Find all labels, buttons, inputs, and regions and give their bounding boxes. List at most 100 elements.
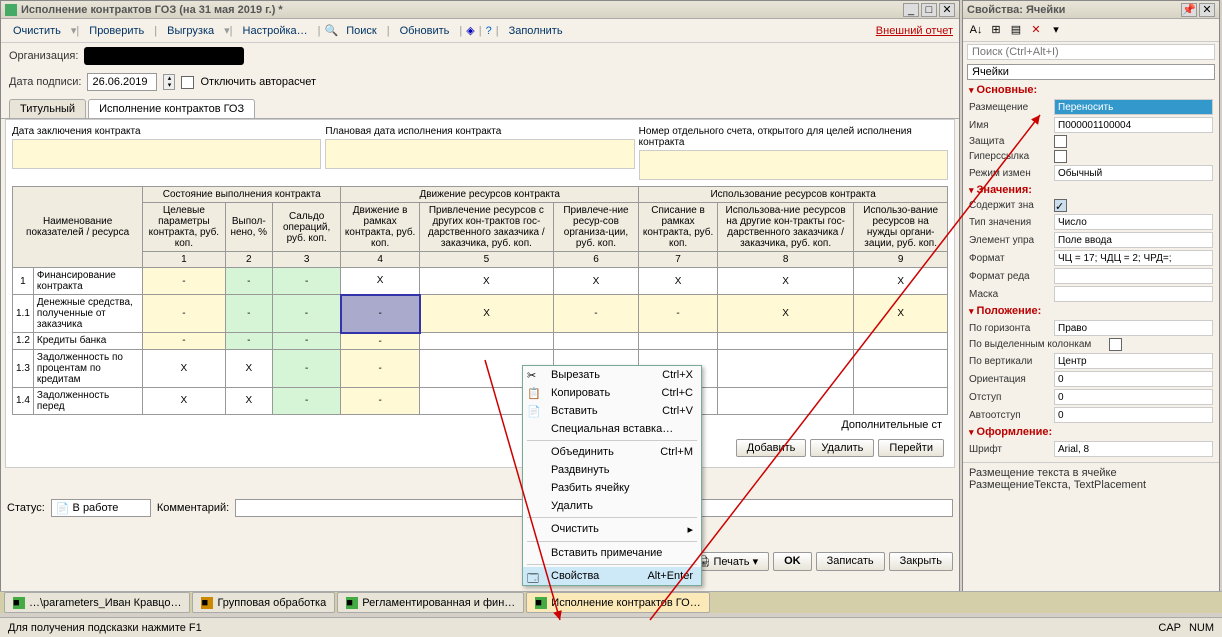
sec-design[interactable]: Оформление: (963, 424, 1219, 440)
ctx-merge[interactable]: ОбъединитьCtrl+M (523, 443, 701, 461)
prop-indent[interactable]: 0 (1054, 389, 1213, 405)
props-pin[interactable]: 📌 (1181, 3, 1197, 17)
ctx-clear[interactable]: Очистить▸ (523, 520, 701, 539)
sec-val[interactable]: Значения: (963, 182, 1219, 198)
prop-contains[interactable]: ✓ (1054, 199, 1067, 212)
clear-x-icon[interactable]: ✕ (1027, 21, 1045, 39)
tab-title[interactable]: Титульный (9, 99, 86, 118)
prop-valign[interactable]: Центр (1054, 353, 1213, 369)
prop-description: Размещение текста в ячейке РазмещениеТек… (963, 462, 1219, 495)
data-table[interactable]: Наименование показателей / ресурса Состо… (12, 186, 948, 415)
paste-icon: 📄 (527, 405, 543, 421)
minimize-button[interactable]: _ (903, 3, 919, 17)
prop-bysel[interactable] (1109, 338, 1122, 351)
task-3[interactable]: ■Регламентированная и фин… (337, 592, 524, 613)
table-row: 1.1Денежные средства, полученные от зака… (13, 295, 948, 333)
fill-button[interactable]: Заполнить (503, 23, 569, 39)
prop-format[interactable]: ЧЦ = 17; ЧДЦ = 2; ЧРД=; (1054, 250, 1213, 266)
table-row: 1Финансирование контракта --- XXX XXX (13, 268, 948, 295)
settings-button[interactable]: Настройка… (237, 23, 314, 39)
th-c1: Целевые параметры контракта, руб. коп. (143, 203, 225, 252)
prop-auto[interactable]: 0 (1054, 407, 1213, 423)
props-title: Свойства: Ячейки (967, 4, 1181, 16)
clear-button[interactable]: Очистить (7, 23, 67, 39)
ctx-paste[interactable]: 📄ВставитьCtrl+V (523, 402, 701, 420)
export-button[interactable]: Выгрузка (161, 23, 220, 39)
info-h3: Номер отдельного счета, открытого для це… (639, 126, 948, 148)
task-2[interactable]: ■Групповая обработка (192, 592, 335, 613)
tab-strip: Титульный Исполнение контрактов ГОЗ (1, 99, 959, 119)
external-report-link[interactable]: Внешний отчет (876, 25, 953, 37)
ctx-del[interactable]: Удалить (523, 497, 701, 515)
ctx-expand[interactable]: Раздвинуть (523, 461, 701, 479)
props-close[interactable]: ✕ (1199, 3, 1215, 17)
prop-font[interactable]: Arial, 8 (1054, 441, 1213, 457)
task-4[interactable]: ■Исполнение контрактов ГО… (526, 592, 709, 613)
selected-cell[interactable]: - (341, 295, 420, 333)
autocalc-checkbox[interactable] (181, 76, 194, 89)
th-c2: Выпол- нено, % (225, 203, 273, 252)
prop-editmode[interactable]: Обычный (1054, 165, 1213, 181)
content-area: Дата заключения контракта Плановая дата … (5, 119, 955, 468)
cat-icon[interactable]: ⊞ (987, 21, 1005, 39)
chevron-down-icon[interactable]: ▾ (1047, 21, 1065, 39)
props-toolbar: A↓ ⊞ ▤ ✕ ▾ (963, 19, 1219, 42)
diamond-icon[interactable]: ◈ (466, 24, 474, 37)
close-button[interactable]: ✕ (939, 3, 955, 17)
sec-main[interactable]: Основные: (963, 82, 1219, 98)
list-icon[interactable]: ▤ (1007, 21, 1025, 39)
prop-name[interactable]: П000001100004 (1054, 117, 1213, 133)
ctx-note[interactable]: Вставить примечание (523, 544, 701, 562)
prop-editfmt[interactable] (1054, 268, 1213, 284)
cap-indicator: CAP (1158, 622, 1181, 634)
table-row: 1.3Задолженность по процентам по кредита… (13, 349, 948, 387)
delete-button[interactable]: Удалить (810, 439, 874, 457)
search-button[interactable]: Поиск (340, 23, 382, 39)
ctx-spec[interactable]: Специальная вставка… (523, 420, 701, 438)
props-category[interactable]: Ячейки (967, 64, 1215, 80)
save-button[interactable]: Записать (816, 552, 885, 571)
close-button-action[interactable]: Закрыть (889, 552, 953, 571)
info-v1[interactable] (12, 139, 321, 169)
prop-valtype[interactable]: Число (1054, 214, 1213, 230)
info-v2[interactable] (325, 139, 634, 169)
ctx-copy[interactable]: 📋КопироватьCtrl+C (523, 384, 701, 402)
ctx-split[interactable]: Разбить ячейку (523, 479, 701, 497)
copy-icon: 📋 (527, 387, 543, 403)
date-input[interactable] (87, 73, 157, 91)
cut-icon: ✂ (527, 369, 543, 385)
date-row: Дата подписи: ▴▾ Отключить авторасчет (1, 69, 959, 95)
statusbar: Для получения подсказки нажмите F1 CAP N… (0, 617, 1222, 637)
ctx-props[interactable]: 🗔СвойстваAlt+Enter (523, 567, 701, 585)
prop-placement[interactable]: Переносить (1054, 99, 1213, 115)
task-1[interactable]: ■…\parameters_Иван Кравцо… (4, 592, 190, 613)
maximize-button[interactable]: □ (921, 3, 937, 17)
prop-ctrl[interactable]: Поле ввода (1054, 232, 1213, 248)
org-label: Организация: (9, 50, 78, 62)
props-icon: 🗔 (527, 570, 543, 586)
add-button[interactable]: Добавить (736, 439, 807, 457)
properties-window: Свойства: Ячейки 📌 ✕ A↓ ⊞ ▤ ✕ ▾ Ячейки О… (962, 0, 1220, 600)
check-button[interactable]: Проверить (83, 23, 150, 39)
status-select[interactable]: 📄 В работе (51, 499, 151, 517)
props-search[interactable] (967, 44, 1215, 60)
prop-link[interactable] (1054, 150, 1067, 163)
sec-pos[interactable]: Положение: (963, 303, 1219, 319)
prop-protect[interactable] (1054, 135, 1067, 148)
prop-mask[interactable] (1054, 286, 1213, 302)
th-c9: Использо-вание ресурсов на нужды органи-… (854, 203, 948, 252)
refresh-button[interactable]: Обновить (394, 23, 456, 39)
goto-button[interactable]: Перейти (878, 439, 944, 457)
prop-orient[interactable]: 0 (1054, 371, 1213, 387)
sort-az-icon[interactable]: A↓ (967, 21, 985, 39)
help-icon[interactable]: ? (486, 25, 492, 37)
date-stepper[interactable]: ▴▾ (163, 74, 175, 90)
th-rowhead: Наименование показателей / ресурса (13, 187, 143, 268)
prop-halign[interactable]: Право (1054, 320, 1213, 336)
ctx-cut[interactable]: ✂ВырезатьCtrl+X (523, 366, 701, 384)
ok-button[interactable]: OK (773, 552, 812, 571)
tab-exec[interactable]: Исполнение контрактов ГОЗ (88, 99, 255, 118)
info-v3[interactable] (639, 150, 948, 180)
status-hint: Для получения подсказки нажмите F1 (8, 622, 202, 634)
th-group3: Использование ресурсов контракта (639, 187, 948, 203)
